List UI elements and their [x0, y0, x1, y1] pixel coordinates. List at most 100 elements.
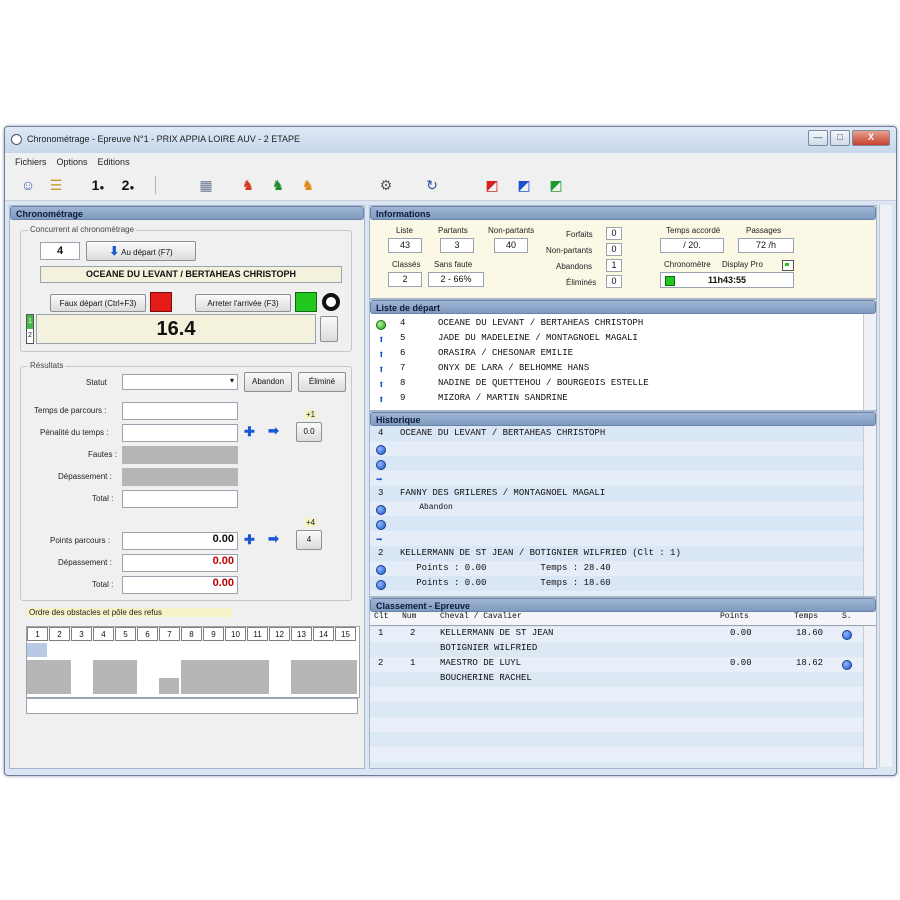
maximize-button[interactable]: □	[830, 130, 850, 146]
title-bar: Chronométrage - Epreuve N°1 - PRIX APPIA…	[5, 127, 896, 153]
obstacle-5[interactable]: 5	[115, 627, 136, 641]
temps-parcours-field[interactable]	[122, 402, 238, 420]
faux-depart-button[interactable]: Faux départ (Ctrl+F3)	[50, 294, 146, 312]
obstacle-6[interactable]: 6	[137, 627, 158, 641]
window-scrollbar[interactable]	[879, 205, 892, 767]
elimines-label: Éliminés	[566, 278, 597, 287]
arrow-down-icon: ⬇	[109, 244, 120, 258]
obstacle-10[interactable]: 10	[225, 627, 246, 641]
col-points[interactable]: Points	[720, 612, 749, 621]
depassement-points-label: Dépassement :	[58, 558, 112, 567]
points-parcours-value[interactable]: 0.00	[122, 532, 238, 550]
statut-select[interactable]: ▾	[122, 374, 238, 390]
arreter-button[interactable]: Arreter l'arrivée (F3)	[195, 294, 291, 312]
menu-fichiers[interactable]: Fichiers	[15, 157, 47, 167]
arrow-up-icon: ⬆	[378, 395, 385, 407]
informations-panel: Informations Liste 43 Partants 3 Non-par…	[369, 205, 877, 299]
historique-text: OCEANE DU LEVANT / BERTAHEAS CHRISTOPH	[400, 428, 606, 438]
arrow-right-icon-2[interactable]: ➡	[268, 531, 279, 547]
plus-icon-2[interactable]: ✚	[244, 532, 255, 548]
total-label: Total :	[92, 494, 114, 503]
historique-scrollbar[interactable]	[863, 426, 876, 596]
liste-label: Liste	[396, 226, 413, 235]
classement-scrollbar[interactable]	[863, 626, 876, 768]
users-icon[interactable]: ☺	[17, 175, 39, 195]
col-temps[interactable]: Temps	[794, 612, 818, 621]
four-points-button[interactable]: 4	[296, 530, 322, 550]
informations-header: Informations	[370, 206, 876, 220]
close-button[interactable]: X	[852, 130, 890, 146]
first-icon[interactable]: 1●	[87, 175, 109, 195]
info-icon[interactable]	[376, 445, 386, 455]
elimine-button[interactable]: Éliminé	[298, 372, 346, 392]
info-icon[interactable]	[376, 565, 386, 575]
obstacle-15[interactable]: 15	[335, 627, 356, 641]
obstacle-8[interactable]: 8	[181, 627, 202, 641]
au-depart-button[interactable]: ⬇ Au départ (F7)	[86, 241, 196, 261]
display-pro-label: Display Pro	[722, 260, 763, 269]
rider-green-icon[interactable]: ♞	[267, 175, 289, 195]
calculator-icon[interactable]: ▦	[195, 175, 217, 195]
col-clt[interactable]: Clt	[374, 612, 388, 621]
obstacles-label: Ordre des obstacles et pôle des refus	[26, 608, 232, 617]
flag-blue-icon[interactable]: ◩	[513, 175, 535, 195]
non-partants2-label: Non-partants	[546, 246, 593, 255]
record-icon[interactable]	[322, 293, 340, 311]
chronometre-label: Chronomètre	[664, 260, 711, 269]
penalite-value-button[interactable]: 0.0	[296, 422, 322, 442]
obstacle-12[interactable]: 12	[269, 627, 290, 641]
abandon-button[interactable]: Abandon	[244, 372, 292, 392]
chronometrage-header: Chronométrage	[10, 206, 364, 220]
penalite-temps-field[interactable]	[122, 424, 238, 442]
liste-depart-header: Liste de départ	[370, 300, 876, 314]
info-icon[interactable]	[376, 505, 386, 515]
display-pro-toggle[interactable]	[782, 260, 794, 271]
flag-red-icon[interactable]: ◩	[481, 175, 503, 195]
info-icon[interactable]	[376, 460, 386, 470]
obstacle-1[interactable]: 1	[27, 627, 48, 641]
info-icon[interactable]	[842, 630, 852, 640]
arrow-right-icon[interactable]: ➡	[376, 473, 383, 487]
col-s[interactable]: S.	[842, 612, 852, 621]
info-icon[interactable]	[376, 580, 386, 590]
non-partants-label: Non-partants	[488, 226, 535, 235]
list-icon[interactable]: ☰	[45, 175, 67, 195]
obstacle-3[interactable]: 3	[71, 627, 92, 641]
historique-text: Abandon	[400, 503, 453, 512]
obstacle-13[interactable]: 13	[291, 627, 312, 641]
settings-icon[interactable]: ⚙	[375, 175, 397, 195]
col-num[interactable]: Num	[402, 612, 416, 621]
arrow-right-icon[interactable]: ➡	[268, 423, 279, 439]
competitor-name: OCEANE DU LEVANT / BERTAHEAS CHRISTOPH	[40, 266, 342, 283]
obstacle-4[interactable]: 4	[93, 627, 114, 641]
col-cheval[interactable]: Cheval / Cavalier	[440, 612, 522, 621]
concurrent-group-label: Concurrent al chronométrage	[28, 225, 137, 234]
obstacle-11[interactable]: 11	[247, 627, 268, 641]
arrow-right-icon[interactable]: ➡	[376, 533, 383, 547]
obstacles-grid: 1 2 3 4 5 6 7 8 9 10 11 12 13 14 15	[26, 626, 360, 698]
abandons-value: 1	[606, 259, 622, 272]
obstacle-9[interactable]: 9	[203, 627, 224, 641]
time-side-button[interactable]	[320, 316, 338, 342]
refresh-icon[interactable]: ↻	[421, 175, 443, 195]
competitor-number-field[interactable]: 4	[40, 242, 80, 260]
depassement-field	[122, 468, 238, 486]
second-icon[interactable]: 2●	[117, 175, 139, 195]
rider-orange-icon[interactable]: ♞	[297, 175, 319, 195]
info-icon[interactable]	[376, 520, 386, 530]
flag-green-icon[interactable]: ◩	[545, 175, 567, 195]
window-title: Chronométrage - Epreuve N°1 - PRIX APPIA…	[27, 134, 301, 144]
menu-editions[interactable]: Editions	[98, 157, 130, 167]
info-icon[interactable]	[842, 660, 852, 670]
classement-header: Classement - Epreuve	[370, 598, 876, 612]
obstacle-7[interactable]: 7	[159, 627, 180, 641]
rider-red-icon[interactable]: ♞	[237, 175, 259, 195]
obstacle-2[interactable]: 2	[49, 627, 70, 641]
obstacle-14[interactable]: 14	[313, 627, 334, 641]
plus-one-badge: +1	[304, 410, 318, 419]
minimize-button[interactable]: —	[808, 130, 828, 146]
menu-options[interactable]: Options	[57, 157, 88, 167]
liste-scrollbar[interactable]	[863, 314, 876, 410]
plus-icon[interactable]: ✚	[244, 424, 255, 440]
arrow-up-icon: ⬆	[378, 350, 385, 362]
